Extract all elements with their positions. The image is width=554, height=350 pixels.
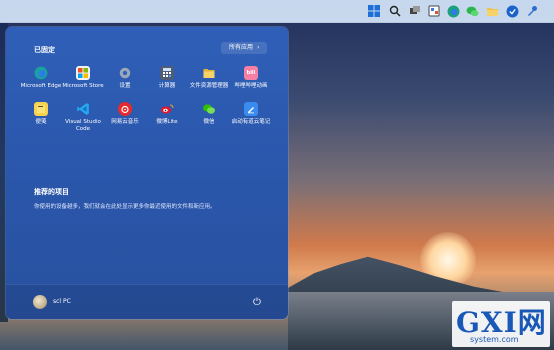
app-label: 启动有道云笔记 [231, 119, 271, 125]
youdao-note-icon [244, 102, 258, 116]
app-weibo-lite[interactable]: 微博Lite [144, 102, 190, 126]
watermark-url: system.com [470, 335, 519, 344]
app-label: 便笺 [35, 119, 47, 125]
chevron-right-icon: › [257, 44, 260, 51]
sticky-note-icon [34, 102, 48, 116]
bilibili-icon: bili [244, 66, 258, 80]
store-icon [76, 66, 90, 80]
app-label: Microsoft Store [62, 83, 104, 89]
tool-icon[interactable] [524, 3, 540, 19]
app-label: 计算器 [158, 83, 176, 89]
app-label: 微信 [203, 119, 215, 125]
netease-music-icon [118, 102, 132, 116]
file-explorer-icon[interactable] [484, 3, 500, 19]
calculator-icon [160, 66, 174, 80]
all-apps-button[interactable]: 所有应用 › [221, 42, 268, 54]
app-calculator[interactable]: 计算器 [144, 66, 190, 90]
power-icon[interactable]: ⏻ [250, 295, 264, 309]
chat-icon[interactable] [464, 3, 480, 19]
app-netease-music[interactable]: 网易云音乐 [102, 102, 148, 126]
taskbar [0, 0, 554, 23]
app-label: 微博Lite [156, 119, 178, 125]
app-label: 网易云音乐 [111, 119, 139, 125]
start-footer: scl PC ⏻ [6, 284, 288, 319]
store-icon[interactable] [504, 3, 520, 19]
app-youdao-notes[interactable]: 启动有道云笔记 [228, 102, 274, 126]
app-microsoft-edge[interactable]: Microsoft Edge [18, 66, 64, 90]
task-view-icon[interactable] [407, 3, 423, 19]
vscode-icon [76, 102, 90, 116]
folder-icon [202, 66, 216, 80]
recommended-title: 推荐的项目 [34, 188, 69, 196]
pinned-title: 已固定 [34, 46, 55, 54]
avatar[interactable] [33, 295, 47, 309]
app-file-explorer[interactable]: 文件资源管理器 [186, 66, 232, 90]
app-label: 文件资源管理器 [189, 83, 229, 89]
search-icon[interactable] [387, 3, 403, 19]
app-label: 设置 [119, 83, 131, 89]
app-settings[interactable]: 设置 [102, 66, 148, 90]
weibo-icon [160, 102, 174, 116]
app-label: 哔哩哔哩动画 [234, 83, 268, 89]
app-label: Microsoft Edge [20, 83, 62, 89]
edge-icon[interactable] [445, 3, 461, 19]
edge-icon [34, 66, 48, 80]
start-menu: 已固定 所有应用 › Microsoft Edge Microsoft Stor… [6, 27, 288, 319]
app-bilibili[interactable]: bili 哔哩哔哩动画 [228, 66, 274, 90]
app-wechat[interactable]: 微信 [186, 102, 232, 126]
app-vscode[interactable]: Visual Studio Code [60, 102, 106, 133]
gear-icon [118, 66, 132, 80]
windows-start-icon[interactable] [366, 3, 382, 19]
widgets-icon[interactable] [426, 3, 442, 19]
wechat-icon [202, 102, 216, 116]
app-label: Visual Studio Code [65, 119, 101, 132]
app-sticky-notes[interactable]: 便笺 [18, 102, 64, 126]
recommended-description: 你使用的设备越多，我们就会在此处显示更多你最近使用的文件和新应用。 [34, 204, 216, 210]
app-microsoft-store[interactable]: Microsoft Store [60, 66, 106, 90]
all-apps-label: 所有应用 [229, 44, 254, 51]
user-name[interactable]: scl PC [53, 298, 71, 305]
